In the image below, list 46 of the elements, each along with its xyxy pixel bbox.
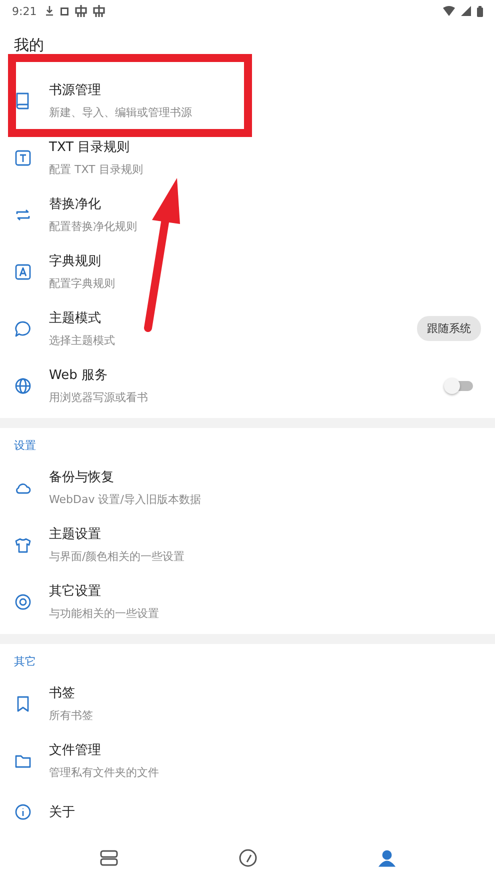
download-icon xyxy=(44,6,54,16)
item-subtitle: 与界面/颜色相关的一些设置 xyxy=(49,549,185,564)
item-subtitle: 配置 TXT 目录规则 xyxy=(49,162,143,177)
item-title[interactable]: 备份与恢复 xyxy=(49,468,114,486)
section-header: 其它 xyxy=(13,654,37,670)
item-title[interactable]: 主题设置 xyxy=(49,525,101,543)
item-title[interactable]: 字典规则 xyxy=(49,252,101,270)
item-subtitle: 管理私有文件夹的文件 xyxy=(49,765,159,780)
compass-icon[interactable] xyxy=(238,848,258,868)
ring-icon xyxy=(14,592,32,610)
shelf-icon[interactable] xyxy=(98,848,118,868)
item-subtitle: 新建、导入、编辑或管理书源 xyxy=(49,105,192,120)
item-subtitle: 配置替换净化规则 xyxy=(49,219,137,234)
bubble-icon xyxy=(14,320,32,338)
signal-icon xyxy=(461,6,471,16)
item-title[interactable]: 书源管理 xyxy=(49,81,101,99)
bug-icon xyxy=(92,5,105,17)
txt-icon xyxy=(14,148,32,166)
item-title[interactable]: Web 服务 xyxy=(49,366,108,384)
item-subtitle: 选择主题模式 xyxy=(49,333,115,348)
info-icon xyxy=(14,803,32,821)
globe-icon xyxy=(14,376,32,394)
page-title: 我的 xyxy=(13,35,45,56)
status-time: 9:21 xyxy=(12,4,37,18)
item-subtitle: 配置字典规则 xyxy=(49,276,115,291)
item-title[interactable]: 主题模式 xyxy=(49,309,101,327)
battery-icon xyxy=(477,6,483,16)
item-subtitle: 用浏览器写源或看书 xyxy=(49,390,148,405)
item-title[interactable]: 替换净化 xyxy=(49,195,101,213)
shirt-icon xyxy=(14,536,32,554)
item-subtitle: 所有书签 xyxy=(49,708,93,723)
toggle-switch[interactable] xyxy=(447,380,473,390)
item-subtitle: 与功能相关的一些设置 xyxy=(49,606,159,621)
person-icon[interactable] xyxy=(376,848,396,868)
item-title[interactable]: 其它设置 xyxy=(49,582,101,600)
section-header: 设置 xyxy=(13,438,37,454)
item-title[interactable]: 文件管理 xyxy=(49,741,101,759)
theme-mode-chip[interactable]: 跟随系统 xyxy=(417,316,481,341)
item-title[interactable]: 关于 xyxy=(49,803,75,821)
image-icon xyxy=(60,6,69,16)
bug-icon xyxy=(74,5,87,17)
wifi-icon xyxy=(443,6,455,16)
item-subtitle: WebDav 设置/导入旧版本数据 xyxy=(49,492,201,507)
item-title[interactable]: 书签 xyxy=(49,684,75,702)
item-title[interactable]: TXT 目录规则 xyxy=(49,138,130,156)
dict-icon xyxy=(14,262,32,280)
